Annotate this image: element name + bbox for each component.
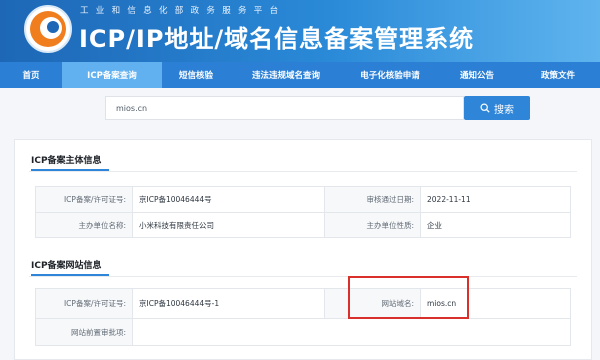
result-panel: ICP备案主体信息 ICP备案/许可证号: 京ICP备10046444号 审核通…	[14, 139, 592, 360]
sponsor-name-label: 主办单位名称:	[36, 213, 132, 237]
nav-item-sms-verify[interactable]: 短信核验	[162, 62, 230, 88]
nav-item-label: 政策文件	[540, 71, 575, 81]
nav-item-label: ICP备案查询	[87, 71, 137, 81]
site-header: 工业和信息化部政务服务平台 ICP/IP地址/域名信息备案管理系统	[0, 0, 600, 62]
search-input-value: mios.cn	[116, 103, 148, 113]
nav-item-policy-files[interactable]: 政策文件	[516, 62, 600, 88]
sponsor-type-value: 企业	[427, 220, 442, 230]
logo-emblem-icon	[30, 11, 66, 47]
subject-license-value: 京ICP备10046444号	[139, 195, 212, 204]
nav-item-label: 通知公告	[459, 71, 494, 81]
nav-item-label: 电子化核验申请	[360, 71, 420, 81]
nav-item-illegal-domain-query[interactable]: 违法违规域名查询	[230, 62, 342, 88]
domain-highlight-box	[348, 276, 469, 319]
subject-info-title: ICP备案主体信息	[31, 156, 102, 166]
website-info-title: ICP备案网站信息	[31, 261, 102, 271]
search-input[interactable]: mios.cn	[105, 96, 464, 120]
subject-info-divider	[29, 171, 577, 172]
sponsor-type-label: 主办单位性质:	[325, 213, 420, 237]
nav-item-e-verify-apply[interactable]: 电子化核验申请	[342, 62, 438, 88]
website-license-value: 京ICP备10046444号-1	[139, 299, 220, 308]
nav-item-home[interactable]: 首页	[0, 62, 62, 88]
nav-item-notices[interactable]: 通知公告	[438, 62, 516, 88]
site-title: ICP/IP地址/域名信息备案管理系统	[79, 25, 475, 53]
approval-date-label: 审核通过日期:	[325, 187, 420, 212]
approval-date-value: 2022-11-11	[427, 195, 471, 204]
subject-info-table: ICP备案/许可证号: 京ICP备10046444号 审核通过日期: 2022-…	[35, 186, 571, 238]
pre-approval-label: 网站前置审批项:	[36, 319, 132, 345]
subject-license-label: ICP备案/许可证号:	[36, 187, 132, 212]
search-icon	[480, 103, 490, 113]
nav-item-label: 违法违规域名查询	[251, 71, 320, 81]
website-license-label: ICP备案/许可证号:	[36, 289, 132, 318]
main-nav: 首页 ICP备案查询 短信核验 违法违规域名查询 电子化核验申请 通知公告 政策…	[0, 62, 600, 88]
sponsor-name-value: 小米科技有限责任公司	[139, 220, 214, 230]
website-info-divider	[29, 276, 577, 277]
search-button[interactable]: 搜索	[464, 96, 530, 120]
search-button-label: 搜索	[494, 104, 514, 116]
page: 工业和信息化部政务服务平台 ICP/IP地址/域名信息备案管理系统 首页 ICP…	[0, 0, 600, 360]
site-subtitle: 工业和信息化部政务服务平台	[80, 6, 286, 16]
nav-item-label: 首页	[22, 71, 40, 81]
site-logo	[24, 5, 72, 53]
nav-item-icp-query[interactable]: ICP备案查询	[62, 62, 162, 88]
nav-item-label: 短信核验	[178, 71, 213, 81]
website-info-table: ICP备案/许可证号: 京ICP备10046444号-1 网站域名: mios.…	[35, 288, 571, 346]
